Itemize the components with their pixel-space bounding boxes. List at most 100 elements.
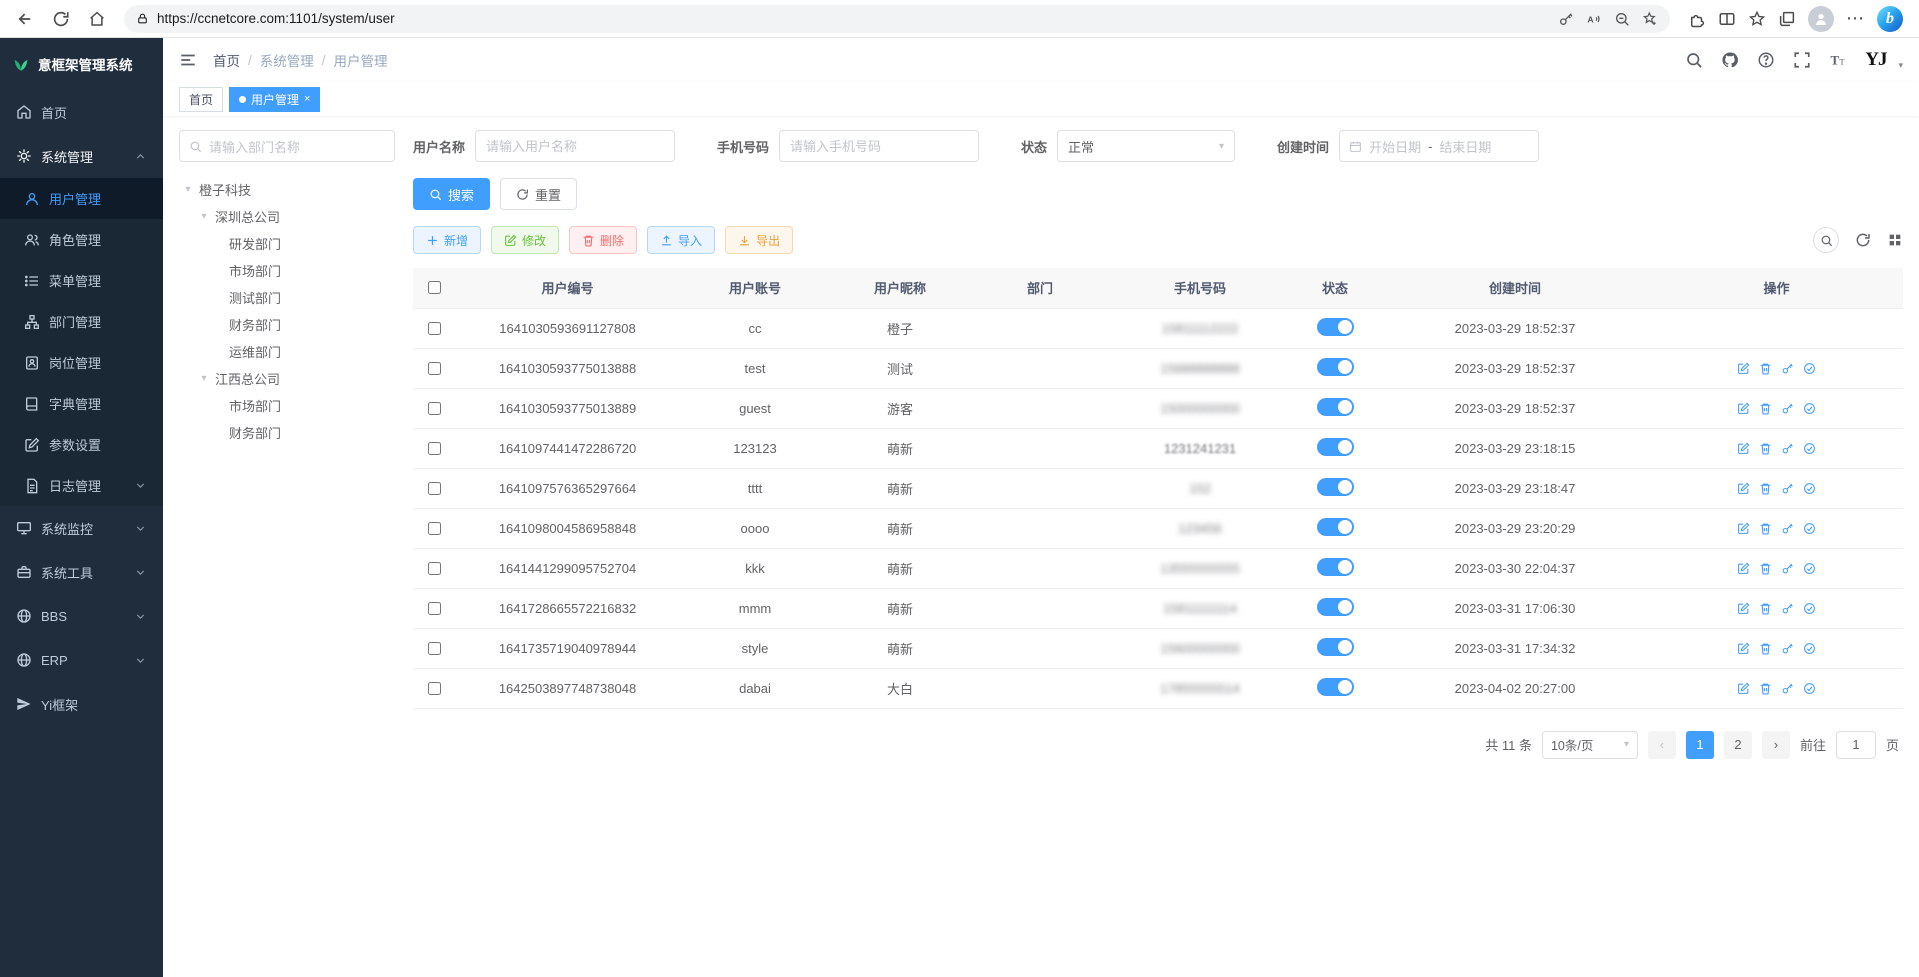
favorites-icon[interactable] xyxy=(1748,10,1766,28)
edit-button[interactable]: 修改 xyxy=(491,226,559,254)
search-button[interactable]: 搜索 xyxy=(413,178,490,210)
zoom-icon[interactable] xyxy=(1614,11,1630,27)
row-assign-role-icon[interactable] xyxy=(1803,362,1816,375)
col-user-id[interactable]: 用户编号 xyxy=(455,268,680,308)
close-tab-icon[interactable]: × xyxy=(304,93,310,105)
url-text[interactable]: https://ccnetcore.com:1101/system/user xyxy=(157,11,1550,26)
row-assign-role-icon[interactable] xyxy=(1803,642,1816,655)
delete-button[interactable]: 删除 xyxy=(569,226,637,254)
row-edit-icon[interactable] xyxy=(1737,442,1750,455)
row-assign-role-icon[interactable] xyxy=(1803,442,1816,455)
tree-node-shenzhen[interactable]: ▾深圳总公司 xyxy=(179,203,395,230)
tree-node-dept[interactable]: 财务部门 xyxy=(179,419,395,446)
sidebar-item-system-monitor[interactable]: 系统监控 xyxy=(0,506,163,550)
row-delete-icon[interactable] xyxy=(1759,562,1772,575)
row-edit-icon[interactable] xyxy=(1737,682,1750,695)
row-checkbox[interactable] xyxy=(428,402,441,415)
row-assign-role-icon[interactable] xyxy=(1803,522,1816,535)
read-aloud-icon[interactable] xyxy=(1586,11,1602,27)
row-edit-icon[interactable] xyxy=(1737,362,1750,375)
status-toggle[interactable] xyxy=(1317,318,1354,336)
row-assign-role-icon[interactable] xyxy=(1803,682,1816,695)
font-size-icon[interactable] xyxy=(1829,51,1847,69)
select-all-checkbox[interactable] xyxy=(428,281,441,294)
sidebar-item-menu-mgmt[interactable]: 菜单管理 xyxy=(0,260,163,301)
col-account[interactable]: 用户账号 xyxy=(680,268,830,308)
caret-icon[interactable]: ▾ xyxy=(197,211,211,222)
sidebar-item-role-mgmt[interactable]: 角色管理 xyxy=(0,219,163,260)
sidebar-item-dept-mgmt[interactable]: 部门管理 xyxy=(0,301,163,342)
row-edit-icon[interactable] xyxy=(1737,522,1750,535)
tree-node-dept[interactable]: 测试部门 xyxy=(179,284,395,311)
row-checkbox[interactable] xyxy=(428,562,441,575)
browser-back-button[interactable] xyxy=(10,4,40,34)
row-reset-password-icon[interactable] xyxy=(1781,402,1794,415)
row-assign-role-icon[interactable] xyxy=(1803,402,1816,415)
row-checkbox[interactable] xyxy=(428,602,441,615)
date-range-picker[interactable]: 开始日期 - 结束日期 xyxy=(1339,130,1539,162)
collections-icon[interactable] xyxy=(1778,10,1796,28)
row-delete-icon[interactable] xyxy=(1759,642,1772,655)
row-edit-icon[interactable] xyxy=(1737,402,1750,415)
row-checkbox[interactable] xyxy=(428,362,441,375)
search-icon[interactable] xyxy=(1685,51,1703,69)
status-toggle[interactable] xyxy=(1317,558,1354,576)
row-delete-icon[interactable] xyxy=(1759,522,1772,535)
status-toggle[interactable] xyxy=(1317,598,1354,616)
address-bar[interactable]: https://ccnetcore.com:1101/system/user xyxy=(124,5,1670,33)
browser-more-icon[interactable]: ⋯ xyxy=(1846,8,1865,29)
row-reset-password-icon[interactable] xyxy=(1781,682,1794,695)
row-assign-role-icon[interactable] xyxy=(1803,602,1816,615)
import-button[interactable]: 导入 xyxy=(647,226,715,254)
row-checkbox[interactable] xyxy=(428,522,441,535)
col-phone[interactable]: 手机号码 xyxy=(1110,268,1290,308)
sidebar-item-bbs[interactable]: BBS xyxy=(0,594,163,638)
status-toggle[interactable] xyxy=(1317,638,1354,656)
page-size-select[interactable]: 10条/页 ▾ xyxy=(1542,731,1638,759)
collapse-sidebar-icon[interactable] xyxy=(179,51,197,69)
breadcrumb-system[interactable]: 系统管理 xyxy=(260,50,314,70)
user-avatar[interactable]: YJ xyxy=(1865,49,1886,71)
row-reset-password-icon[interactable] xyxy=(1781,602,1794,615)
next-page-button[interactable]: › xyxy=(1762,731,1790,759)
goto-page-input[interactable] xyxy=(1836,731,1876,759)
row-checkbox[interactable] xyxy=(428,482,441,495)
help-icon[interactable] xyxy=(1757,51,1775,69)
tree-node-root[interactable]: ▾橙子科技 xyxy=(179,176,395,203)
row-delete-icon[interactable] xyxy=(1759,602,1772,615)
export-button[interactable]: 导出 xyxy=(725,226,793,254)
sidebar-item-home[interactable]: 首页 xyxy=(0,90,163,134)
row-checkbox[interactable] xyxy=(428,322,441,335)
status-toggle[interactable] xyxy=(1317,478,1354,496)
page-button-1[interactable]: 1 xyxy=(1686,731,1714,759)
sidebar-item-log-mgmt[interactable]: 日志管理 xyxy=(0,465,163,506)
sidebar-item-dict-mgmt[interactable]: 字典管理 xyxy=(0,383,163,424)
username-input[interactable] xyxy=(475,130,675,162)
status-toggle[interactable] xyxy=(1317,518,1354,536)
phone-input[interactable] xyxy=(779,130,979,162)
status-toggle[interactable] xyxy=(1317,438,1354,456)
dept-search-box[interactable]: 请输入部门名称 xyxy=(179,130,395,162)
add-button[interactable]: 新增 xyxy=(413,226,481,254)
tree-node-jiangxi[interactable]: ▾江西总公司 xyxy=(179,365,395,392)
row-reset-password-icon[interactable] xyxy=(1781,362,1794,375)
status-toggle[interactable] xyxy=(1317,358,1354,376)
row-delete-icon[interactable] xyxy=(1759,362,1772,375)
row-edit-icon[interactable] xyxy=(1737,562,1750,575)
page-button-2[interactable]: 2 xyxy=(1724,731,1752,759)
row-reset-password-icon[interactable] xyxy=(1781,522,1794,535)
col-status[interactable]: 状态 xyxy=(1290,268,1380,308)
prev-page-button[interactable]: ‹ xyxy=(1648,731,1676,759)
row-checkbox[interactable] xyxy=(428,682,441,695)
row-edit-icon[interactable] xyxy=(1737,482,1750,495)
tree-node-dept[interactable]: 市场部门 xyxy=(179,257,395,284)
row-edit-icon[interactable] xyxy=(1737,602,1750,615)
sidebar-item-erp[interactable]: ERP xyxy=(0,638,163,682)
split-screen-icon[interactable] xyxy=(1718,10,1736,28)
row-reset-password-icon[interactable] xyxy=(1781,642,1794,655)
table-refresh-icon[interactable] xyxy=(1855,232,1871,248)
sidebar-item-param-settings[interactable]: 参数设置 xyxy=(0,424,163,465)
tree-node-dept[interactable]: 研发部门 xyxy=(179,230,395,257)
status-toggle[interactable] xyxy=(1317,678,1354,696)
tab-home[interactable]: 首页 xyxy=(179,87,223,112)
